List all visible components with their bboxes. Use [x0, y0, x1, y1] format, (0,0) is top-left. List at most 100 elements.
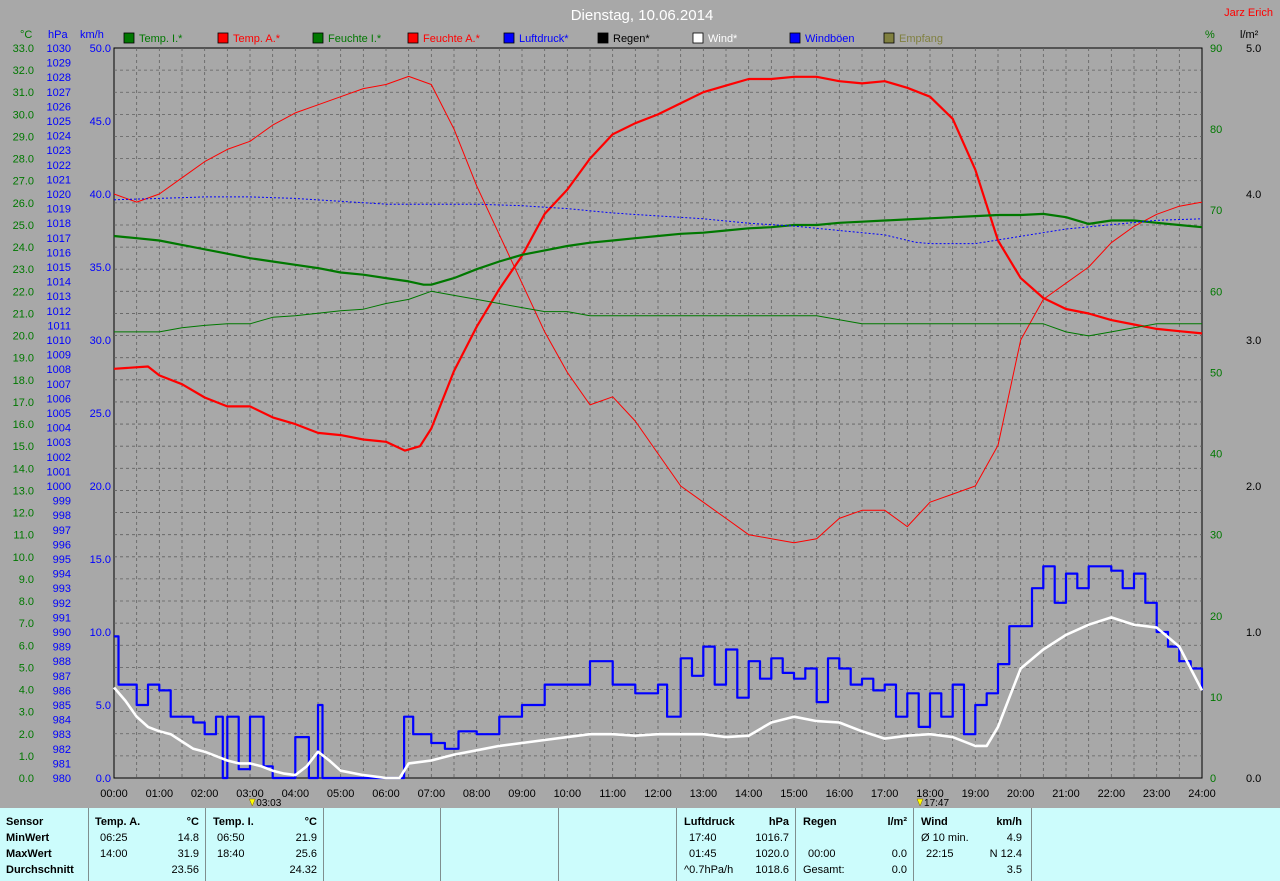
- legend-swatch: [312, 32, 324, 44]
- pressure-tick: 982: [53, 744, 71, 756]
- divider: [1031, 808, 1032, 881]
- temp-tick: 12.0: [13, 508, 34, 520]
- temp-tick: 17.0: [13, 397, 34, 409]
- wind-tick: 35.0: [90, 262, 111, 274]
- pressure-tick: 1021: [47, 174, 71, 186]
- x-tick: 01:00: [146, 788, 174, 800]
- wind-unit: km/h: [996, 816, 1022, 828]
- x-tick: 09:00: [508, 788, 536, 800]
- legend-label: Empfang: [899, 33, 943, 45]
- pressure-tick: 980: [53, 773, 71, 785]
- luftdruck-avg-value: 1018.6: [755, 864, 789, 876]
- time-marker-icon: [248, 798, 256, 807]
- x-tick: 02:00: [191, 788, 219, 800]
- divider: [795, 808, 796, 881]
- legend-label: Wind*: [708, 33, 738, 45]
- temp-a-avg-value: 23.56: [171, 864, 199, 876]
- x-tick: 19:00: [962, 788, 990, 800]
- temp-tick: 23.0: [13, 264, 34, 276]
- temp-tick: 10.0: [13, 552, 34, 564]
- legend-swatch: [407, 32, 419, 44]
- unit-pct: %: [1205, 29, 1215, 41]
- pressure-tick: 1006: [47, 393, 71, 405]
- legend-label: Temp. A.*: [233, 33, 281, 45]
- pressure-tick: 1014: [47, 277, 71, 289]
- legend-label: Regen*: [613, 33, 650, 45]
- pressure-tick: 994: [53, 569, 71, 581]
- pressure-tick: 1012: [47, 306, 71, 318]
- wind-tick: 20.0: [90, 481, 111, 493]
- pressure-tick: 1024: [47, 131, 71, 143]
- pressure-tick: 995: [53, 554, 71, 566]
- pressure-tick: 1010: [47, 335, 71, 347]
- x-tick: 07:00: [418, 788, 446, 800]
- x-tick: 08:00: [463, 788, 491, 800]
- pressure-tick: 1011: [47, 320, 71, 332]
- x-tick: 04:00: [282, 788, 310, 800]
- temp-tick: 30.0: [13, 109, 34, 121]
- temp-a-unit: °C: [186, 816, 199, 828]
- time-marker-label: 03:03: [256, 798, 281, 808]
- pressure-tick: 983: [53, 729, 71, 741]
- humidity-tick: 60: [1210, 286, 1222, 298]
- luftdruck-min-time: 17:40: [689, 832, 717, 844]
- wind-avg10-label: Ø 10 min.: [921, 832, 969, 844]
- legend-swatch: [597, 32, 609, 44]
- author-label: Jarz Erich: [1224, 7, 1273, 19]
- temp-tick: 9.0: [19, 574, 34, 586]
- temp-i-max-time: 18:40: [217, 848, 245, 860]
- pressure-tick: 991: [53, 612, 71, 624]
- weather-chart: Dienstag, 10.06.2014 Jarz Erich Temp. I.…: [13, 7, 1273, 808]
- pressure-tick: 988: [53, 656, 71, 668]
- divider: [323, 808, 324, 881]
- temp-tick: 28.0: [13, 154, 34, 166]
- divider: [676, 808, 677, 881]
- humidity-tick: 80: [1210, 124, 1222, 136]
- pressure-tick: 1029: [47, 58, 71, 70]
- pressure-tick: 1007: [47, 379, 71, 391]
- x-tick: 05:00: [327, 788, 355, 800]
- regen-total-value: 0.0: [891, 864, 907, 876]
- temp-tick: 25.0: [13, 220, 34, 232]
- temp-a-header: Temp. A.: [95, 816, 141, 828]
- temp-tick: 26.0: [13, 198, 34, 210]
- temp-tick: 6.0: [19, 640, 34, 652]
- rain-tick: 0.0: [1246, 773, 1261, 785]
- legend-swatch: [883, 32, 895, 44]
- wind-max-time: 22:15: [926, 848, 954, 860]
- plot-area: [113, 47, 1204, 780]
- temp-i-min-time: 06:50: [217, 832, 245, 844]
- wind-tick: 50.0: [90, 43, 111, 55]
- pressure-tick: 986: [53, 685, 71, 697]
- pressure-tick: 1020: [47, 189, 71, 201]
- legend-swatch: [123, 32, 135, 44]
- unit-kmh: km/h: [80, 29, 104, 41]
- pressure-tick: 997: [53, 525, 71, 537]
- x-tick: 15:00: [780, 788, 808, 800]
- wind-tick: 15.0: [90, 554, 111, 566]
- temp-tick: 5.0: [19, 662, 34, 674]
- legend-swatch: [789, 32, 801, 44]
- pressure-tick: 1002: [47, 452, 71, 464]
- regen-total-label: Gesamt:: [803, 864, 845, 876]
- pressure-tick: 996: [53, 539, 71, 551]
- temp-tick: 18.0: [13, 375, 34, 387]
- wind-avg-value: 3.5: [1006, 864, 1022, 876]
- pressure-tick: 998: [53, 510, 71, 522]
- pressure-tick: 992: [53, 598, 71, 610]
- pressure-tick: 1017: [47, 233, 71, 245]
- unit-rain: l/m²: [1240, 29, 1259, 41]
- rain-tick: 2.0: [1246, 481, 1261, 493]
- pressure-tick: 1018: [47, 218, 71, 230]
- wind-avg10-value: 4.9: [1006, 832, 1022, 844]
- pressure-tick: 990: [53, 627, 71, 639]
- chart-title: Dienstag, 10.06.2014: [571, 7, 714, 24]
- temp-a-max-time: 14:00: [100, 848, 128, 860]
- regen-max-time: 00:00: [808, 848, 836, 860]
- wind-tick: 30.0: [90, 335, 111, 347]
- luftdruck-header: Luftdruck: [684, 816, 735, 828]
- temp-tick: 8.0: [19, 596, 34, 608]
- temp-tick: 7.0: [19, 618, 34, 630]
- x-tick: 14:00: [735, 788, 763, 800]
- temp-i-avg-value: 24.32: [289, 864, 317, 876]
